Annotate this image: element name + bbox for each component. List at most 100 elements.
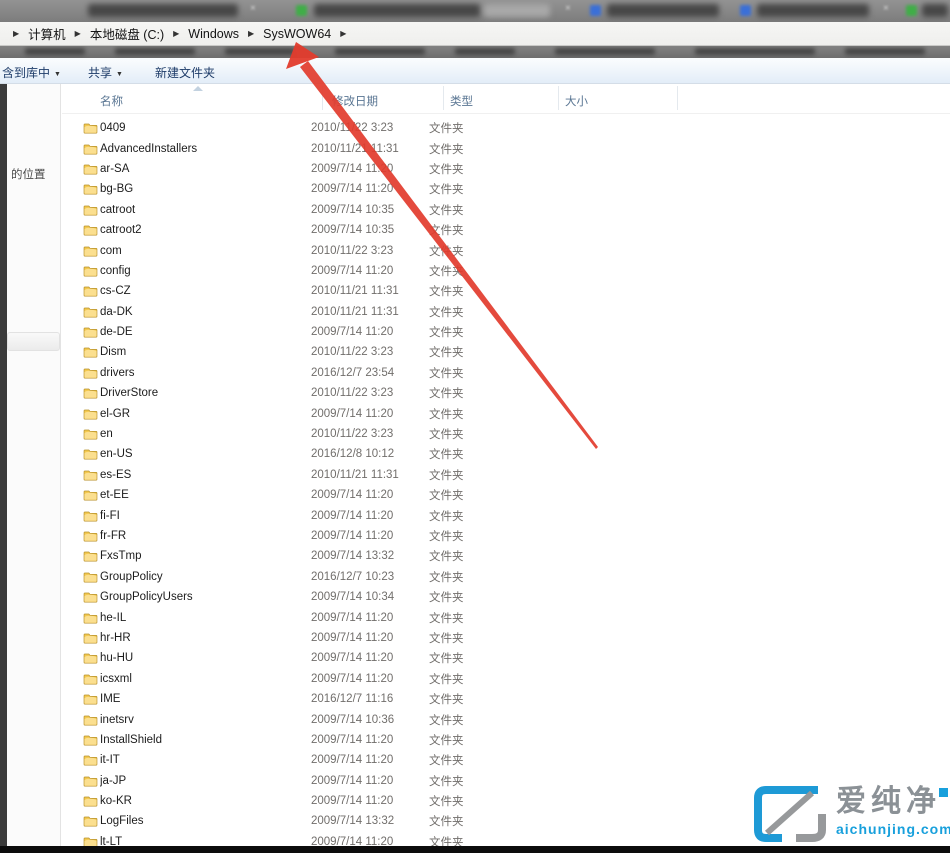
table-row[interactable]: hu-HU 2009/7/14 11:20 文件夹 [62, 648, 950, 668]
folder-name: it-IT [100, 754, 311, 766]
table-row[interactable]: catroot 2009/7/14 10:35 文件夹 [62, 200, 950, 220]
table-row[interactable]: GroupPolicyUsers 2009/7/14 10:34 文件夹 [62, 587, 950, 607]
folder-name: en-US [100, 448, 311, 460]
nav-pane-selected-item[interactable] [7, 332, 60, 351]
column-header-size[interactable]: 大小 [565, 93, 588, 109]
table-row[interactable]: AdvancedInstallers 2010/11/21 11:31 文件夹 [62, 138, 950, 158]
table-row[interactable]: en-US 2016/12/8 10:12 文件夹 [62, 444, 950, 464]
table-row[interactable]: et-EE 2009/7/14 11:20 文件夹 [62, 485, 950, 505]
date-modified: 2010/11/21 11:31 [311, 285, 429, 297]
date-modified: 2009/7/14 11:20 [311, 326, 429, 338]
folder-icon [83, 795, 100, 807]
table-row[interactable]: bg-BG 2009/7/14 11:20 文件夹 [62, 179, 950, 199]
folder-name: bg-BG [100, 183, 311, 195]
folder-name: ko-KR [100, 795, 311, 807]
type-label: 文件夹 [429, 712, 464, 728]
folder-icon [83, 224, 100, 236]
folder-name: hr-HR [100, 632, 311, 644]
table-row[interactable]: config 2009/7/14 11:20 文件夹 [62, 261, 950, 281]
command-toolbar: 含到库中▼ 共享▼ 新建文件夹 [0, 58, 950, 84]
table-row[interactable]: da-DK 2010/11/21 11:31 文件夹 [62, 302, 950, 322]
table-row[interactable]: 0409 2010/11/22 3:23 文件夹 [62, 118, 950, 138]
table-row[interactable]: IME 2016/12/7 11:16 文件夹 [62, 689, 950, 709]
blurred-tab[interactable] [607, 4, 719, 17]
table-row[interactable]: fr-FR 2009/7/14 11:20 文件夹 [62, 526, 950, 546]
include-in-library-button[interactable]: 含到库中▼ [2, 64, 61, 81]
breadcrumb-arrow-icon[interactable]: ▶ [13, 29, 19, 38]
blurred-tab[interactable] [484, 4, 550, 17]
blurred-tab[interactable] [922, 4, 948, 17]
type-label: 文件夹 [429, 691, 464, 707]
column-divider[interactable] [558, 86, 559, 110]
table-row[interactable]: cs-CZ 2010/11/21 11:31 文件夹 [62, 281, 950, 301]
table-row[interactable]: it-IT 2009/7/14 11:20 文件夹 [62, 750, 950, 770]
table-row[interactable]: DriverStore 2010/11/22 3:23 文件夹 [62, 383, 950, 403]
column-header-type[interactable]: 类型 [450, 93, 473, 109]
column-header-name[interactable]: 名称 [100, 93, 123, 109]
column-divider[interactable] [322, 86, 323, 110]
folder-icon [83, 550, 100, 562]
table-row[interactable]: InstallShield 2009/7/14 11:20 文件夹 [62, 730, 950, 750]
column-divider[interactable] [677, 86, 678, 110]
table-row[interactable]: catroot2 2009/7/14 10:35 文件夹 [62, 220, 950, 240]
type-label: 文件夹 [429, 752, 464, 768]
table-row[interactable]: Dism 2010/11/22 3:23 文件夹 [62, 342, 950, 362]
table-row[interactable]: el-GR 2009/7/14 11:20 文件夹 [62, 403, 950, 423]
tab-close-icon[interactable]: × [250, 3, 256, 14]
blurred-tab[interactable] [88, 4, 238, 17]
table-row[interactable]: hr-HR 2009/7/14 11:20 文件夹 [62, 628, 950, 648]
tab-close-icon[interactable]: × [883, 3, 889, 14]
table-row[interactable]: GroupPolicy 2016/12/7 10:23 文件夹 [62, 567, 950, 587]
type-label: 文件夹 [429, 630, 464, 646]
breadcrumb-item[interactable]: Windows [188, 27, 239, 41]
folder-icon [83, 306, 100, 318]
column-divider[interactable] [443, 86, 444, 110]
table-row[interactable]: fi-FI 2009/7/14 11:20 文件夹 [62, 505, 950, 525]
table-row[interactable]: icsxml 2009/7/14 11:20 文件夹 [62, 669, 950, 689]
new-folder-button[interactable]: 新建文件夹 [155, 64, 215, 81]
breadcrumb-arrow-icon[interactable]: ▶ [75, 29, 81, 38]
breadcrumb-arrow-icon[interactable]: ▶ [340, 29, 346, 38]
table-row[interactable]: es-ES 2010/11/21 11:31 文件夹 [62, 465, 950, 485]
tab-favicon-blue-icon [590, 5, 601, 16]
table-row[interactable]: drivers 2016/12/7 23:54 文件夹 [62, 363, 950, 383]
column-header-date[interactable]: 修改日期 [332, 93, 378, 109]
breadcrumb-item[interactable]: 本地磁盘 (C:) [90, 24, 164, 43]
table-row[interactable]: com 2010/11/22 3:23 文件夹 [62, 240, 950, 260]
date-modified: 2010/11/22 3:23 [311, 122, 429, 134]
type-label: 文件夹 [429, 222, 464, 238]
tab-close-icon[interactable]: × [565, 3, 571, 14]
date-modified: 2009/7/14 11:20 [311, 652, 429, 664]
date-modified: 2016/12/7 10:23 [311, 571, 429, 583]
table-row[interactable]: ar-SA 2009/7/14 11:20 文件夹 [62, 159, 950, 179]
date-modified: 2009/7/14 11:20 [311, 632, 429, 644]
folder-icon [83, 245, 100, 257]
type-label: 文件夹 [429, 548, 464, 564]
type-label: 文件夹 [429, 365, 464, 381]
blurred-tab[interactable] [314, 4, 480, 17]
folder-name: fr-FR [100, 530, 311, 542]
table-row[interactable]: inetsrv 2009/7/14 10:36 文件夹 [62, 709, 950, 729]
breadcrumb-item[interactable]: SysWOW64 [263, 27, 331, 41]
folder-icon [83, 204, 100, 216]
type-label: 文件夹 [429, 487, 464, 503]
navigation-pane: 的位置 [7, 84, 61, 848]
table-row[interactable]: he-IL 2009/7/14 11:20 文件夹 [62, 607, 950, 627]
share-button[interactable]: 共享▼ [88, 64, 123, 81]
browser-tab-bar: × × × [0, 0, 950, 22]
date-modified: 2010/11/22 3:23 [311, 245, 429, 257]
folder-icon [83, 448, 100, 460]
breadcrumb-arrow-icon[interactable]: ▶ [248, 29, 254, 38]
table-row[interactable]: en 2010/11/22 3:23 文件夹 [62, 424, 950, 444]
table-row[interactable]: FxsTmp 2009/7/14 13:32 文件夹 [62, 546, 950, 566]
date-modified: 2009/7/14 10:35 [311, 224, 429, 236]
folder-icon [83, 612, 100, 624]
type-label: 文件夹 [429, 732, 464, 748]
breadcrumb-item[interactable]: 计算机 [28, 24, 66, 43]
table-row[interactable]: de-DE 2009/7/14 11:20 文件夹 [62, 322, 950, 342]
blurred-tab[interactable] [757, 4, 869, 17]
type-label: 文件夹 [429, 141, 464, 157]
breadcrumb-arrow-icon[interactable]: ▶ [173, 29, 179, 38]
date-modified: 2009/7/14 11:20 [311, 265, 429, 277]
date-modified: 2009/7/14 11:20 [311, 775, 429, 787]
